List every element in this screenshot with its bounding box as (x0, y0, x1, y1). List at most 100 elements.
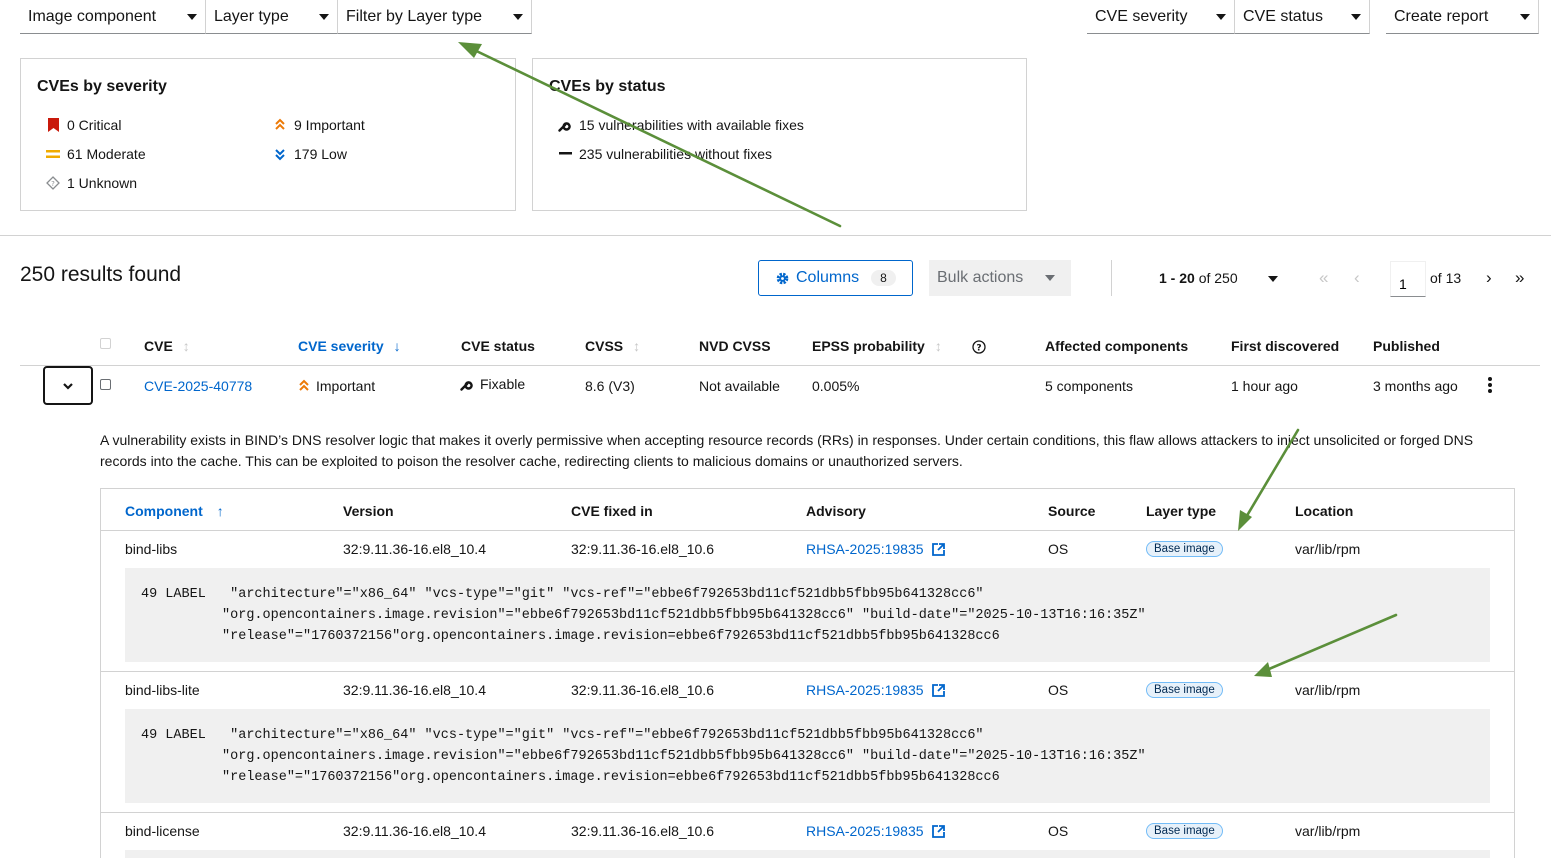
status-card: CVEs by status 15 vulnerabilities with a… (532, 58, 1027, 211)
svg-text:?: ? (51, 180, 55, 188)
cvss-cell: 8.6 (V3) (585, 378, 635, 394)
toolbar-separator (1111, 260, 1112, 296)
advisory-link[interactable]: RHSA-2025:19835 (806, 823, 945, 839)
chevron-down-icon (63, 382, 73, 390)
important-stat: 9 Important (272, 117, 365, 133)
page-count: of 13 (1430, 270, 1462, 286)
published-cell: 3 months ago (1373, 378, 1458, 394)
wrench-icon (460, 381, 473, 391)
advisory-label: RHSA-2025:19835 (806, 823, 924, 839)
previous-page-icon[interactable]: ‹ (1354, 268, 1360, 288)
dockerfile-layer-code (125, 850, 1490, 858)
column-header-advisory: Advisory (806, 503, 866, 519)
unknown-label: 1 Unknown (67, 175, 138, 191)
caret-down-icon[interactable] (1268, 276, 1278, 282)
layer-type-badge: Base image (1146, 541, 1223, 557)
layer-type-badge: Base image (1146, 682, 1223, 698)
row-checkbox[interactable] (100, 379, 111, 390)
advisory-label: RHSA-2025:19835 (806, 541, 924, 557)
image-component-dropdown[interactable]: Image component (20, 0, 206, 34)
columns-button[interactable]: Columns 8 (758, 260, 913, 296)
component-location: var/lib/rpm (1295, 541, 1361, 557)
component-fixed-in: 32:9.11.36-16.el8_10.6 (571, 682, 714, 698)
pagination-total: of 250 (1194, 270, 1238, 286)
bulk-actions-label: Bulk actions (937, 269, 1024, 286)
row-divider (101, 812, 1514, 813)
column-header-first-discovered: First discovered (1231, 338, 1340, 354)
component-source: OS (1048, 823, 1069, 839)
low-label: 179 Low (294, 146, 347, 162)
cve-link[interactable]: CVE-2025-40778 (144, 378, 252, 394)
moderate-stat: 61 Moderate (45, 146, 146, 162)
gear-icon (775, 271, 790, 286)
page-number-input[interactable] (1390, 261, 1426, 297)
advisory-link[interactable]: RHSA-2025:19835 (806, 541, 945, 557)
kebab-menu-icon[interactable] (1488, 377, 1494, 395)
bulk-actions-dropdown[interactable]: Bulk actions (929, 260, 1071, 296)
caret-down-icon (1351, 13, 1361, 20)
column-header-nvd-cvss: NVD CVSS (699, 338, 771, 354)
help-icon[interactable]: ? (972, 340, 986, 357)
critical-label: 0 Critical (67, 117, 122, 133)
sort-icon: ↕ (633, 338, 641, 354)
pagination-range-toggle[interactable]: 1 - 20 of 250 (1159, 270, 1238, 286)
not-fixable-label: 235 vulnerabilities without fixes (579, 146, 772, 162)
component-source: OS (1048, 682, 1069, 698)
moderate-icon (45, 146, 61, 162)
cve-severity-dropdown[interactable]: CVE severity (1087, 0, 1235, 34)
layer-type-badge: Base image (1146, 823, 1223, 839)
dropdown-label: CVE severity (1095, 7, 1188, 25)
external-link-icon (931, 684, 945, 697)
fixable-stat: 15 vulnerabilities with available fixes (557, 117, 804, 133)
important-label: 9 Important (294, 117, 365, 133)
column-header-cve[interactable]: CVE ↕ (144, 338, 190, 354)
header-divider (20, 365, 1540, 366)
column-header-source: Source (1048, 503, 1096, 519)
pagination-range: 1 - 20 (1159, 270, 1195, 286)
column-header-cve-severity[interactable]: CVE severity ↓ (298, 338, 401, 354)
first-page-icon[interactable]: « (1319, 268, 1328, 288)
caret-down-icon (319, 13, 329, 20)
column-header-version: Version (343, 503, 394, 519)
not-fixable-stat: 235 vulnerabilities without fixes (557, 146, 772, 162)
row-divider (101, 671, 1514, 672)
sort-up-icon: ↑ (216, 503, 224, 519)
dropdown-label: Layer type (214, 7, 289, 25)
column-header-epss-probability[interactable]: EPSS probability ↕ (812, 338, 942, 354)
external-link-icon (931, 543, 945, 556)
severity-card: CVEs by severity 0 Critical 9 Important … (20, 58, 516, 211)
column-header-component[interactable]: Component ↑ (125, 503, 224, 519)
unknown-icon: ? (45, 175, 61, 191)
advisory-link[interactable]: RHSA-2025:19835 (806, 682, 945, 698)
cve-status-dropdown[interactable]: CVE status (1235, 0, 1370, 34)
column-header-cve-fixed-in: CVE fixed in (571, 503, 653, 519)
dropdown-label: Create report (1394, 7, 1489, 25)
svg-text:?: ? (976, 344, 981, 354)
caret-down-icon (513, 13, 523, 20)
dockerfile-layer-code: 49 LABEL "architecture"="x86_64" "vcs-ty… (125, 568, 1490, 662)
column-header-affected-components: Affected components (1045, 338, 1189, 354)
important-icon (299, 379, 309, 391)
column-header-cvss[interactable]: CVSS ↕ (585, 338, 640, 354)
cve-description: A vulnerability exists in BIND’s DNS res… (100, 432, 1474, 469)
external-link-icon (931, 825, 945, 838)
low-stat: 179 Low (272, 146, 347, 162)
severity-cell: Important (298, 378, 375, 394)
select-all-checkbox[interactable] (100, 338, 111, 349)
dash-icon (557, 146, 573, 162)
status-cell: Fixable (460, 376, 525, 392)
column-header-location: Location (1295, 503, 1354, 519)
status-label: Fixable (480, 376, 526, 392)
low-icon (272, 146, 288, 162)
component-name: bind-libs-lite (125, 682, 200, 698)
layer-type-dropdown[interactable]: Layer type (206, 0, 338, 34)
sort-down-icon: ↓ (393, 338, 401, 354)
filter-by-layer-type-dropdown[interactable]: Filter by Layer type (338, 0, 532, 34)
last-page-icon[interactable]: » (1515, 268, 1524, 288)
expand-row-toggle[interactable] (43, 366, 93, 405)
affected-components-cell: 5 components (1045, 378, 1133, 394)
create-report-dropdown[interactable]: Create report (1386, 0, 1539, 34)
next-page-icon[interactable]: › (1486, 268, 1492, 288)
column-header-layer-type: Layer type (1146, 503, 1217, 519)
card-title: CVEs by severity (37, 78, 167, 95)
